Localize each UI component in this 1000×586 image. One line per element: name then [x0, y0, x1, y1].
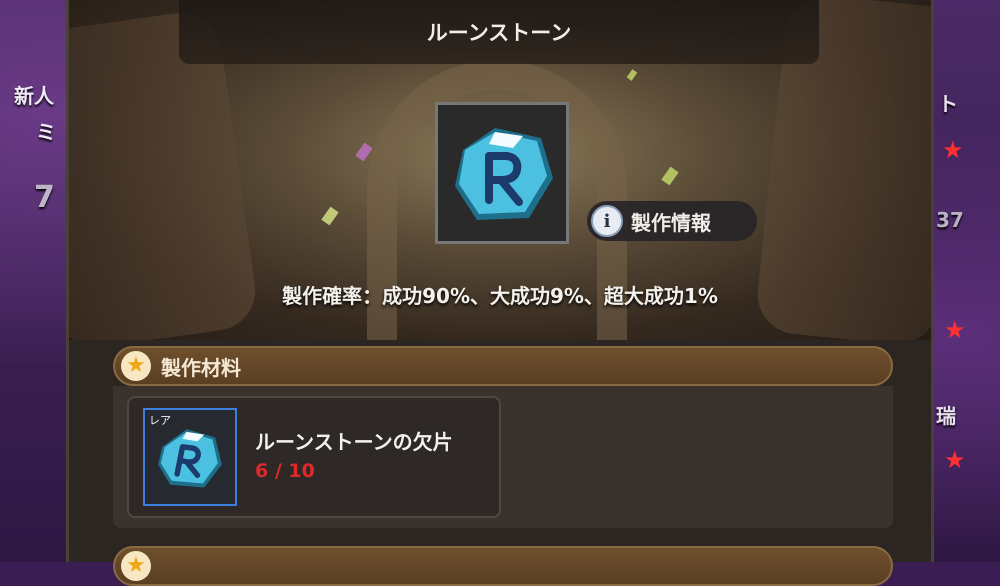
craft-probability-text: 製作確率：成功90%、大成功9%、超大成功1% [282, 284, 718, 308]
crystal-shard [321, 206, 339, 226]
rune-stone-icon [455, 128, 553, 220]
hud-left-number: 7 [34, 180, 55, 215]
rarity-label: レア [149, 414, 171, 427]
second-section-header: ★ [113, 546, 893, 586]
hud-left-label: ミ [36, 120, 56, 144]
material-name: ルーンストーンの欠片 [255, 430, 453, 454]
red-star-icon: ★ [944, 316, 966, 344]
modal-title-bar: ルーンストーン [179, 0, 819, 64]
craft-info-label: 製作情報 [631, 210, 711, 235]
hud-left-label: 新人 [14, 84, 54, 108]
star-icon: ★ [121, 351, 151, 381]
crystal-shard [661, 166, 679, 186]
rune-stone-fragment-icon [158, 429, 222, 488]
star-icon: ★ [121, 551, 151, 581]
red-star-icon: ★ [944, 446, 966, 474]
materials-section-title: 製作材料 [161, 355, 241, 380]
hud-right-label: 瑞 [936, 404, 956, 428]
material-icon-slot[interactable]: レア [143, 408, 237, 506]
material-card[interactable]: レア ルーンストーンの欠片 6 / 10 [127, 396, 501, 518]
material-count: 6 / 10 [255, 460, 315, 482]
red-star-icon: ★ [942, 136, 964, 164]
info-icon: i [591, 205, 623, 237]
crafting-modal: ルーンストーン i 製作情報 製作確率：成功90%、大成功9%、超大成功1% ★… [66, 0, 934, 586]
crystal-shard [626, 69, 638, 81]
modal-title: ルーンストーン [426, 21, 572, 45]
result-item-slot[interactable] [435, 102, 569, 244]
hud-right-label: ト [938, 92, 958, 116]
hud-right-number: 37 [936, 208, 964, 232]
materials-section-header: ★ 製作材料 [113, 346, 893, 386]
craft-info-button[interactable]: i 製作情報 [587, 201, 757, 241]
